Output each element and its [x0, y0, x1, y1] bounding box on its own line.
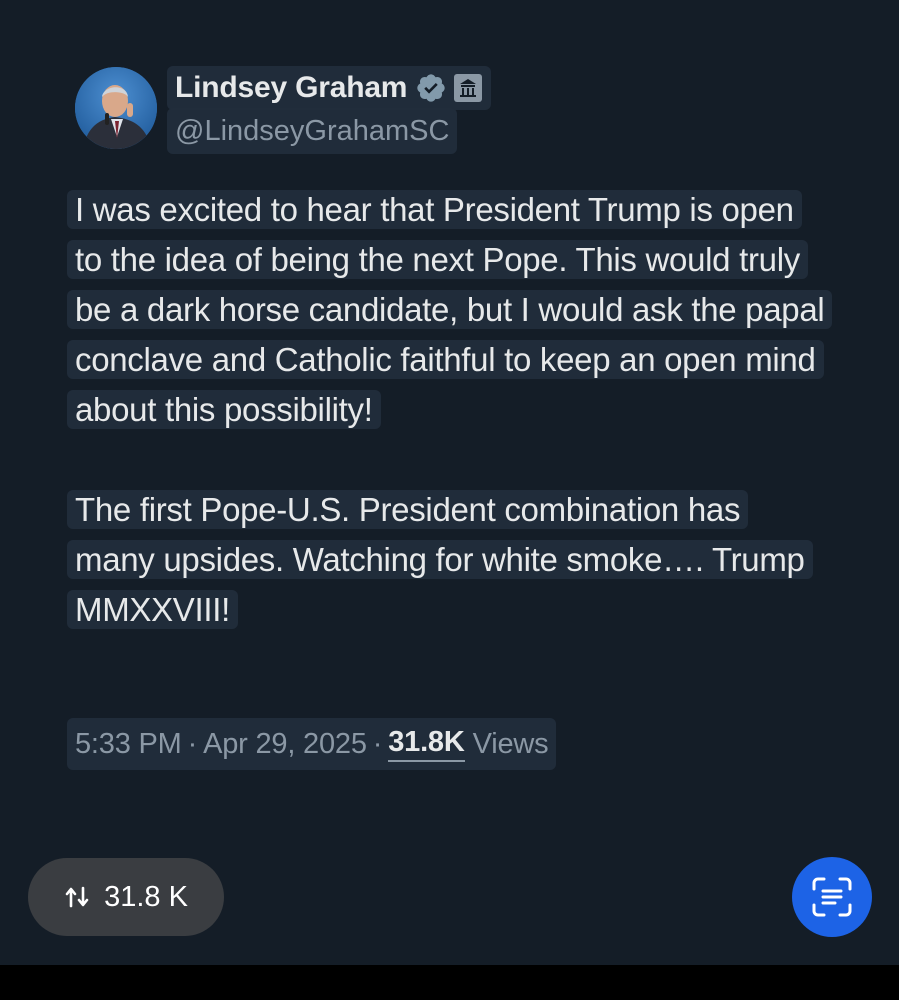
- government-building-icon[interactable]: [453, 73, 483, 103]
- text-scan-icon: [812, 877, 852, 917]
- verified-badge-icon[interactable]: [415, 72, 447, 104]
- avatar[interactable]: [75, 67, 157, 149]
- avatar-photo-icon: [75, 67, 157, 149]
- tweet-body: I was excited to hear that President Tru…: [67, 185, 833, 635]
- text-scan-button[interactable]: [792, 857, 872, 937]
- author-name-row: Lindsey Graham: [167, 66, 492, 110]
- tweet-paragraph-text: I was excited to hear that President Tru…: [67, 190, 833, 429]
- views-label: Views: [472, 727, 549, 760]
- tweet-paragraph: I was excited to hear that President Tru…: [67, 185, 833, 435]
- author-handle[interactable]: @LindseyGrahamSC: [175, 115, 449, 148]
- screenshot-canvas: Lindsey Graham @LindseyGrahamSC I was ex…: [0, 0, 899, 965]
- tweet-date[interactable]: Apr 29, 2025: [203, 728, 367, 761]
- meta-separator: ·: [187, 727, 198, 760]
- repost-count-pill[interactable]: 31.8 K: [28, 858, 224, 936]
- tweet-meta: 5:33 PM · Apr 29, 2025 · 31.8K Views: [67, 718, 557, 770]
- repost-count: 31.8 K: [104, 880, 188, 913]
- meta-separator: ·: [372, 727, 383, 760]
- views-count[interactable]: 31.8K: [388, 726, 465, 762]
- system-bottom-bar: [0, 965, 899, 1000]
- repost-arrows-icon: [65, 886, 89, 908]
- tweet-time[interactable]: 5:33 PM: [75, 728, 182, 761]
- tweet-paragraph: The first Pope-U.S. President combinatio…: [67, 485, 827, 635]
- author-name[interactable]: Lindsey Graham: [175, 71, 407, 105]
- tweet-paragraph-text: The first Pope-U.S. President combinatio…: [67, 490, 813, 629]
- author-handle-box: @LindseyGrahamSC: [167, 108, 458, 154]
